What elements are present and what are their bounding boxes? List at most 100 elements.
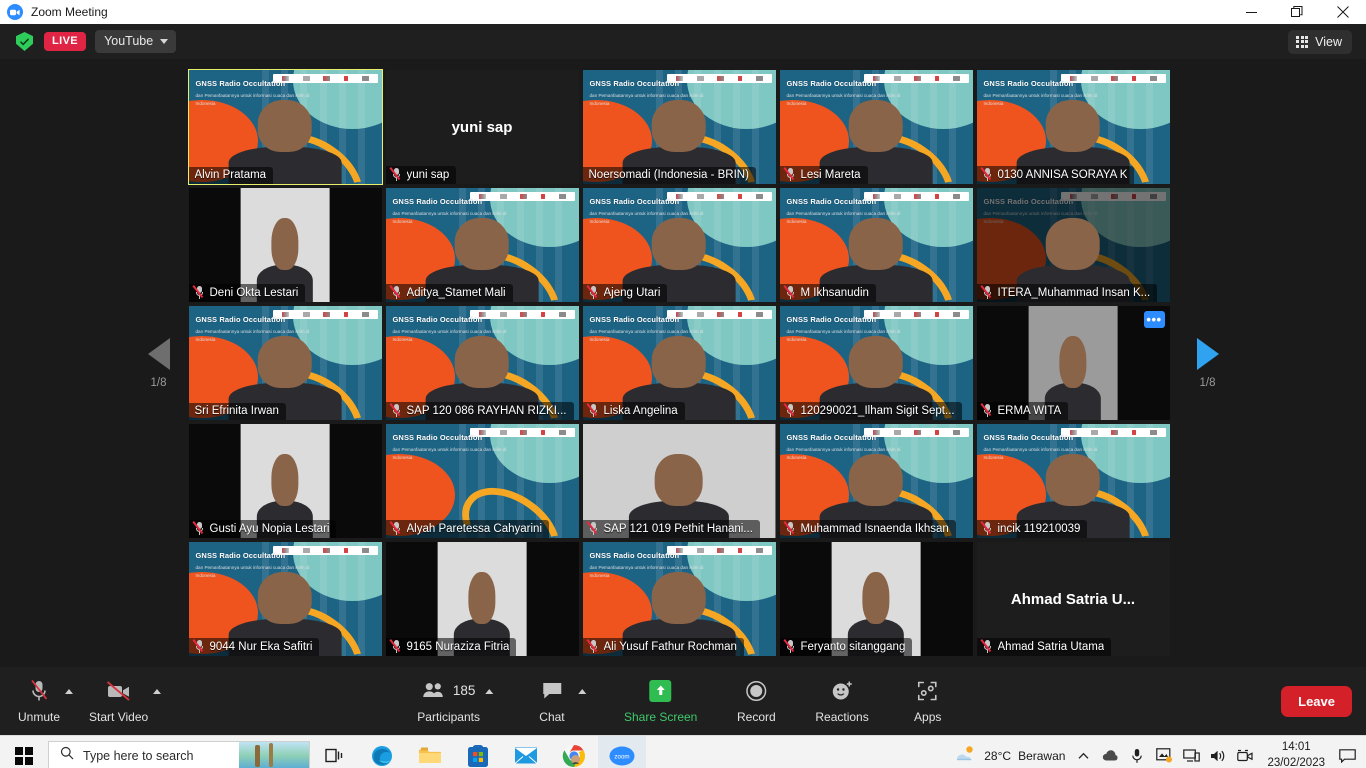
participant-name: Lesi Mareta <box>801 169 861 181</box>
reactions-button[interactable]: Reactions <box>815 679 868 724</box>
participant-tile[interactable]: GNSS Radio Occultation dan Pemanfaatanny… <box>583 70 776 184</box>
sponsor-logo-bar <box>1061 192 1165 201</box>
file-explorer-icon[interactable] <box>406 736 454 768</box>
participant-tile[interactable]: yuni sap yuni sap <box>386 70 579 184</box>
participant-tile[interactable]: GNSS Radio Occultation dan Pemanfaatanny… <box>189 306 382 420</box>
maximize-icon[interactable] <box>1274 0 1320 24</box>
weather-widget[interactable]: 28°C Berawan <box>955 745 1065 766</box>
leave-button[interactable]: Leave <box>1281 686 1352 717</box>
participant-tile[interactable]: GNSS Radio Occultation dan Pemanfaatanny… <box>583 542 776 656</box>
onedrive-cloud-icon[interactable] <box>1101 747 1119 765</box>
next-page-button[interactable]: 1/8 <box>1178 338 1238 389</box>
share-screen-button[interactable]: Share Screen <box>624 679 697 724</box>
mic-muted-icon <box>589 404 599 417</box>
participant-name-bar: Ahmad Satria Utama <box>977 638 1112 656</box>
mail-icon[interactable] <box>502 736 550 768</box>
zoom-logo-icon <box>7 4 23 20</box>
participant-tile[interactable]: GNSS Radio Occultation dan Pemanfaatanny… <box>977 70 1170 184</box>
participant-tile[interactable]: GNSS Radio Occultation dan Pemanfaatanny… <box>386 306 579 420</box>
participant-name: Deni Okta Lestari <box>210 287 299 299</box>
participant-tile[interactable]: Feryanto sitanggang <box>780 542 973 656</box>
participant-tile[interactable]: GNSS Radio Occultation dan Pemanfaatanny… <box>583 306 776 420</box>
notification-icon[interactable] <box>1338 747 1356 765</box>
participant-tile[interactable]: SAP 121 019 Pethit Hanani... <box>583 424 776 538</box>
apps-button[interactable]: Apps <box>907 679 949 724</box>
network-icon[interactable] <box>1182 747 1200 765</box>
screenshot-icon[interactable] <box>1155 747 1173 765</box>
volume-icon[interactable] <box>1209 747 1227 765</box>
chat-button[interactable]: Chat <box>531 679 573 724</box>
sponsor-logo-bar <box>864 310 968 319</box>
chrome-icon[interactable] <box>550 736 598 768</box>
participant-name: 0130 ANNISA SORAYA K <box>998 169 1128 181</box>
sponsor-logo-bar <box>1061 428 1165 437</box>
participant-tile[interactable]: GNSS Radio Occultation dan Pemanfaatanny… <box>386 424 579 538</box>
minimize-icon[interactable] <box>1228 0 1274 24</box>
participant-name: yuni sap <box>407 169 450 181</box>
participant-name-bar: Feryanto sitanggang <box>780 638 913 656</box>
sponsor-logo-bar <box>667 74 771 83</box>
search-input[interactable]: Type here to search <box>48 741 310 768</box>
participant-name: 9165 Nuraziza Fitria <box>407 641 510 653</box>
svg-text:zoom: zoom <box>614 753 629 760</box>
record-button[interactable]: Record <box>735 679 777 724</box>
record-label: Record <box>737 710 776 724</box>
start-video-button[interactable]: Start Video <box>89 679 148 724</box>
sponsor-logo-bar <box>864 428 968 437</box>
view-button[interactable]: View <box>1288 30 1352 54</box>
mic-muted-icon <box>392 286 402 299</box>
microsoft-store-icon[interactable] <box>454 736 502 768</box>
edge-icon[interactable] <box>358 736 406 768</box>
participant-name-bar: Aditya_Stamet Mali <box>386 284 513 302</box>
clock[interactable]: 14:01 23/02/2023 <box>1267 740 1325 768</box>
participant-tile[interactable]: Ahmad Satria U... Ahmad Satria Utama <box>977 542 1170 656</box>
participants-button[interactable]: 185 Participants <box>417 679 480 724</box>
virtual-bg-title: GNSS Radio Occultation <box>393 198 483 207</box>
participant-tile[interactable]: GNSS Radio Occultation dan Pemanfaatanny… <box>780 70 973 184</box>
participant-tile[interactable]: GNSS Radio Occultation dan Pemanfaatanny… <box>386 188 579 302</box>
participant-tile[interactable]: Gusti Ayu Nopia Lestari <box>189 424 382 538</box>
participant-tile[interactable]: GNSS Radio Occultation dan Pemanfaatanny… <box>583 188 776 302</box>
participant-name: ITERA_Muhammad Insan K... <box>998 287 1151 299</box>
participant-tile[interactable]: Deni Okta Lestari <box>189 188 382 302</box>
video-control-group: Start Video <box>89 679 161 724</box>
tile-more-options-icon[interactable]: ••• <box>1144 311 1165 328</box>
tray-expand-chevron-up-icon[interactable] <box>1074 747 1092 765</box>
participant-tile[interactable]: GNSS Radio Occultation dan Pemanfaatanny… <box>977 424 1170 538</box>
stream-platform-chip[interactable]: YouTube <box>95 30 176 53</box>
shield-check-icon[interactable] <box>16 32 33 51</box>
clock-time: 14:01 <box>1267 740 1325 756</box>
camera-icon[interactable] <box>1236 747 1254 765</box>
participants-chevron-up-icon[interactable] <box>485 689 493 694</box>
participant-grid: GNSS Radio Occultation dan Pemanfaatanny… <box>189 70 1178 656</box>
participant-tile[interactable]: GNSS Radio Occultation dan Pemanfaatanny… <box>189 70 382 184</box>
chat-chevron-up-icon[interactable] <box>578 689 586 694</box>
virtual-bg-title: GNSS Radio Occultation <box>590 80 680 89</box>
participant-tile[interactable]: GNSS Radio Occultation dan Pemanfaatanny… <box>780 424 973 538</box>
participant-tile[interactable]: ••• ERMA WITA <box>977 306 1170 420</box>
unmute-button[interactable]: Unmute <box>18 679 60 724</box>
participant-tile[interactable]: GNSS Radio Occultation dan Pemanfaatanny… <box>189 542 382 656</box>
participant-tile[interactable]: GNSS Radio Occultation dan Pemanfaatanny… <box>780 188 973 302</box>
windows-start-icon[interactable] <box>0 747 48 765</box>
mic-options-chevron-up-icon[interactable] <box>65 689 73 694</box>
sponsor-logo-bar <box>1061 74 1165 83</box>
virtual-bg-title: GNSS Radio Occultation <box>787 80 877 89</box>
participant-name-bar: Ali Yusuf Fathur Rochman <box>583 638 744 656</box>
mic-muted-icon <box>29 679 49 703</box>
participant-tile[interactable]: GNSS Radio Occultation dan Pemanfaatanny… <box>977 188 1170 302</box>
prev-page-button[interactable]: 1/8 <box>129 338 189 389</box>
mute-control-group: Unmute <box>18 679 73 724</box>
participant-tile[interactable]: 9165 Nuraziza Fitria <box>386 542 579 656</box>
mic-muted-icon <box>786 168 796 181</box>
participant-name: Aditya_Stamet Mali <box>407 287 506 299</box>
participant-name-bar: 9044 Nur Eka Safitri <box>189 638 320 656</box>
mic-muted-icon <box>589 522 599 535</box>
video-options-chevron-up-icon[interactable] <box>153 689 161 694</box>
chevron-left-icon <box>148 338 170 370</box>
zoom-icon[interactable]: zoom <box>598 736 646 768</box>
task-view-icon[interactable] <box>310 736 358 768</box>
participant-tile[interactable]: GNSS Radio Occultation dan Pemanfaatanny… <box>780 306 973 420</box>
microphone-icon[interactable] <box>1128 747 1146 765</box>
close-icon[interactable] <box>1320 0 1366 24</box>
